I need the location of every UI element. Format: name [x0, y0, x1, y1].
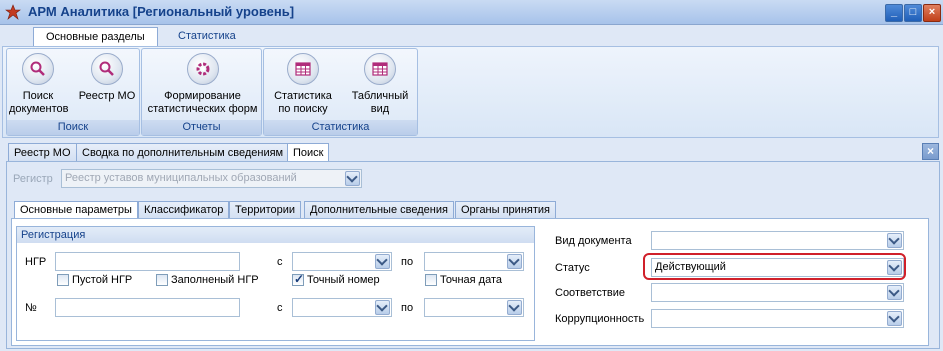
corruption-select[interactable] [651, 309, 904, 328]
date-to-picker-2[interactable] [424, 298, 524, 317]
param-tab-additional[interactable]: Дополнительные сведения [304, 201, 454, 219]
register-value: Реестр уставов муниципальных образований [65, 172, 297, 184]
date-from-picker[interactable] [292, 252, 392, 271]
status-label: Статус [555, 262, 590, 274]
status-highlight [643, 253, 906, 280]
param-tab-territories[interactable]: Территории [229, 201, 302, 219]
search-statistics-button[interactable]: Статистика по поиску [268, 53, 338, 116]
window-title: АРМ Аналитика [Региональный уровень] [28, 4, 295, 19]
table-view-label: Табличный вид [351, 90, 409, 115]
param-tab-bodies[interactable]: Органы принятия [455, 201, 556, 219]
chevron-down-icon [887, 311, 902, 326]
conformity-label: Соответствие [555, 287, 626, 299]
date-to-label: по [401, 256, 414, 268]
close-window-button[interactable]: × [923, 4, 941, 22]
doc-type-select[interactable] [651, 231, 904, 250]
ribbon-tab-main[interactable]: Основные разделы [33, 27, 158, 47]
chevron-down-icon [345, 171, 360, 186]
search-icon [22, 53, 54, 85]
empty-ngr-checkbox[interactable] [57, 274, 69, 286]
statistical-forms-label: Формирование статистических форм [147, 90, 258, 115]
table-icon [364, 53, 396, 85]
register-select: Реестр уставов муниципальных образований [61, 169, 362, 188]
exact-date-checkbox[interactable] [425, 274, 437, 286]
param-tab-classifier[interactable]: Классификатор [138, 201, 230, 219]
doc-tab-summary[interactable]: Сводка по дополнительным сведениям [76, 143, 290, 162]
corruption-label: Коррупционность [555, 313, 645, 325]
doc-tab-registry-mo[interactable]: Реестр МО [8, 143, 77, 162]
registry-mo-button[interactable]: Реестр МО [77, 53, 137, 103]
filled-ngr-label: Заполненый НГР [171, 274, 259, 286]
ribbon-group-search: Поиск документов Реестр МО Поиск [6, 48, 140, 136]
statistical-forms-button[interactable]: Формирование статистических форм [144, 53, 261, 116]
number-input[interactable] [55, 298, 240, 317]
search-icon [91, 53, 123, 85]
date-to-picker[interactable] [424, 252, 524, 271]
date-from-label: с [277, 256, 283, 268]
chevron-down-icon [887, 285, 902, 300]
empty-ngr-label: Пустой НГР [72, 274, 133, 286]
group-label-reports: Отчеты [142, 120, 261, 135]
ngr-input[interactable] [55, 252, 240, 271]
date-from-label-2: с [277, 302, 283, 314]
search-statistics-label: Статистика по поиску [274, 90, 332, 115]
date-from-picker-2[interactable] [292, 298, 392, 317]
maximize-button[interactable]: □ [904, 4, 922, 22]
chevron-down-icon [507, 254, 522, 269]
ribbon-group-statistics: Статистика по поиску Табличный вид Стати… [263, 48, 418, 136]
doc-tab-search[interactable]: Поиск [287, 143, 330, 163]
gear-icon [186, 53, 219, 85]
exact-date-label: Точная дата [440, 274, 502, 286]
ngr-label: НГР [25, 256, 47, 268]
registration-title: Регистрация [17, 227, 534, 243]
ribbon-tab-statistics[interactable]: Статистика [166, 27, 248, 46]
exact-number-checkbox[interactable] [292, 272, 304, 286]
table-view-button[interactable]: Табличный вид [346, 53, 414, 116]
date-to-label-2: по [401, 302, 414, 314]
registry-mo-label: Реестр МО [78, 90, 136, 102]
ribbon-group-reports: Формирование статистических форм Отчеты [141, 48, 262, 136]
chevron-down-icon [507, 300, 522, 315]
number-label: № [25, 302, 37, 314]
chevron-down-icon [887, 233, 902, 248]
search-documents-button[interactable]: Поиск документов [9, 53, 69, 116]
close-tab-icon[interactable]: × [922, 143, 939, 160]
filled-ngr-checkbox[interactable] [156, 274, 168, 286]
search-documents-label: Поиск документов [9, 90, 69, 115]
group-label-statistics: Статистика [264, 120, 417, 135]
register-label: Регистр [13, 173, 53, 185]
table-icon [287, 53, 319, 85]
exact-number-label: Точный номер [307, 274, 380, 286]
chevron-down-icon [375, 300, 390, 315]
chevron-down-icon [375, 254, 390, 269]
doc-type-label: Вид документа [555, 235, 632, 247]
conformity-select[interactable] [651, 283, 904, 302]
group-label-search: Поиск [7, 120, 139, 135]
app-logo-icon [5, 4, 21, 20]
minimize-button[interactable]: _ [885, 4, 903, 22]
